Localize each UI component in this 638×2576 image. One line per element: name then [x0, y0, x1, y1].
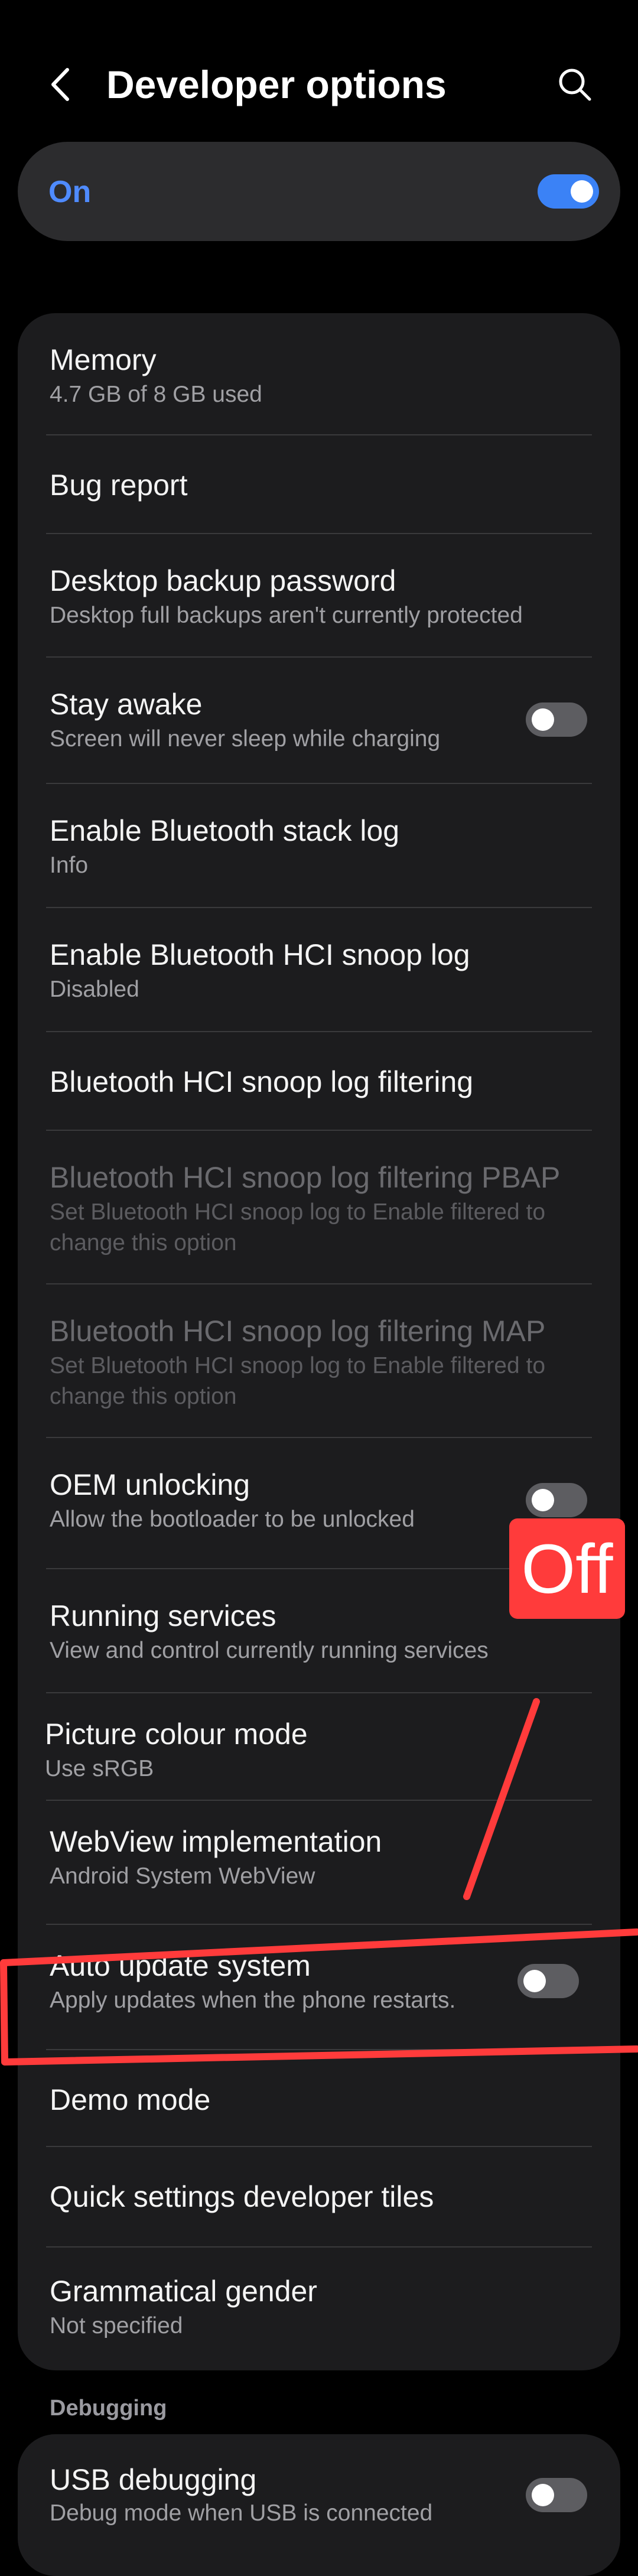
setting-desktop-backup-password[interactable]: Desktop backup password Desktop full bac…: [18, 534, 620, 656]
setting-title: Memory: [50, 343, 157, 376]
setting-stay-awake[interactable]: Stay awake Screen will never sleep while…: [18, 658, 620, 783]
setting-memory[interactable]: Memory 4.7 GB of 8 GB used: [18, 313, 620, 434]
setting-auto-update-system[interactable]: Auto update system Apply updates when th…: [18, 1925, 620, 2049]
usb-debugging-toggle[interactable]: [526, 2478, 587, 2512]
setting-title: Bluetooth HCI snoop log filtering PBAP: [50, 1161, 561, 1194]
setting-title: Enable Bluetooth stack log: [50, 814, 400, 847]
master-toggle[interactable]: [538, 174, 599, 209]
setting-title: Picture colour mode: [45, 1718, 308, 1751]
setting-hci-filtering-map: Bluetooth HCI snoop log filtering MAP Se…: [18, 1284, 620, 1437]
auto-update-toggle[interactable]: [517, 1964, 579, 1998]
back-button[interactable]: [41, 64, 83, 105]
master-switch-label: On: [48, 175, 92, 209]
setting-hci-filtering-pbap: Bluetooth HCI snoop log filtering PBAP S…: [18, 1131, 620, 1283]
setting-grammatical-gender[interactable]: Grammatical gender Not specified: [18, 2248, 620, 2370]
setting-subtitle: 4.7 GB of 8 GB used: [50, 382, 262, 407]
setting-quick-settings-tiles[interactable]: Quick settings developer tiles: [18, 2147, 620, 2246]
setting-webview-implementation[interactable]: WebView implementation Android System We…: [18, 1801, 620, 1924]
annotation-off-text: Off: [521, 1530, 613, 1608]
setting-bug-report[interactable]: Bug report: [18, 435, 620, 533]
setting-subtitle: Debug mode when USB is connected: [50, 2500, 433, 2526]
setting-subtitle: Screen will never sleep while charging: [50, 726, 441, 752]
setting-usb-debugging[interactable]: USB debugging Debug mode when USB is con…: [18, 2434, 620, 2576]
setting-title: Quick settings developer tiles: [50, 2180, 434, 2213]
setting-subtitle: Info: [50, 853, 89, 878]
setting-subtitle: Allow the bootloader to be unlocked: [50, 1507, 415, 1532]
setting-title: Stay awake: [50, 688, 203, 721]
search-icon: [559, 69, 591, 101]
annotation-off-label: Off: [509, 1518, 625, 1619]
setting-subtitle: Desktop full backups aren't currently pr…: [50, 603, 523, 628]
setting-title: USB debugging: [50, 2463, 257, 2496]
setting-picture-colour-mode[interactable]: Picture colour mode Use sRGB: [18, 1693, 620, 1816]
debugging-card: USB debugging Debug mode when USB is con…: [18, 2434, 620, 2576]
search-button[interactable]: [554, 64, 595, 105]
setting-title: Bluetooth HCI snoop log filtering: [50, 1065, 474, 1098]
setting-subtitle: Set Bluetooth HCI snoop log to Enable fi…: [50, 1199, 546, 1256]
setting-demo-mode[interactable]: Demo mode: [18, 2050, 620, 2146]
back-chevron-icon: [51, 68, 69, 101]
oem-unlocking-toggle[interactable]: [526, 1483, 587, 1517]
setting-title: OEM unlocking: [50, 1468, 250, 1501]
setting-subtitle: Set Bluetooth HCI snoop log to Enable fi…: [50, 1353, 546, 1409]
setting-title: WebView implementation: [50, 1825, 382, 1858]
setting-title: Demo mode: [50, 2083, 211, 2116]
setting-title: Bluetooth HCI snoop log filtering MAP: [50, 1315, 546, 1348]
setting-title: Grammatical gender: [50, 2275, 317, 2308]
setting-bluetooth-hci-snoop-log[interactable]: Enable Bluetooth HCI snoop log Disabled: [18, 908, 620, 1031]
setting-subtitle: View and control currently running servi…: [50, 1638, 489, 1663]
settings-card: Memory 4.7 GB of 8 GB used Bug report De…: [18, 313, 620, 2370]
setting-subtitle: Use sRGB: [45, 1756, 154, 1781]
setting-title: Bug report: [50, 469, 188, 502]
section-header-debugging: Debugging: [50, 2396, 167, 2421]
app-header: Developer options: [0, 0, 638, 136]
setting-subtitle: Apply updates when the phone restarts.: [50, 1988, 456, 2013]
setting-hci-snoop-filtering[interactable]: Bluetooth HCI snoop log filtering: [18, 1032, 620, 1130]
setting-title: Auto update system: [50, 1949, 311, 1982]
setting-title: Enable Bluetooth HCI snoop log: [50, 938, 470, 971]
setting-subtitle: Android System WebView: [50, 1863, 315, 1889]
setting-subtitle: Not specified: [50, 2313, 183, 2338]
setting-bluetooth-stack-log[interactable]: Enable Bluetooth stack log Info: [18, 784, 620, 907]
page-title: Developer options: [106, 63, 447, 106]
setting-title: Running services: [50, 1599, 276, 1632]
setting-subtitle: Disabled: [50, 977, 139, 1002]
setting-title: Desktop backup password: [50, 564, 396, 597]
stay-awake-toggle[interactable]: [526, 702, 587, 737]
master-switch-bar[interactable]: On: [18, 142, 620, 241]
